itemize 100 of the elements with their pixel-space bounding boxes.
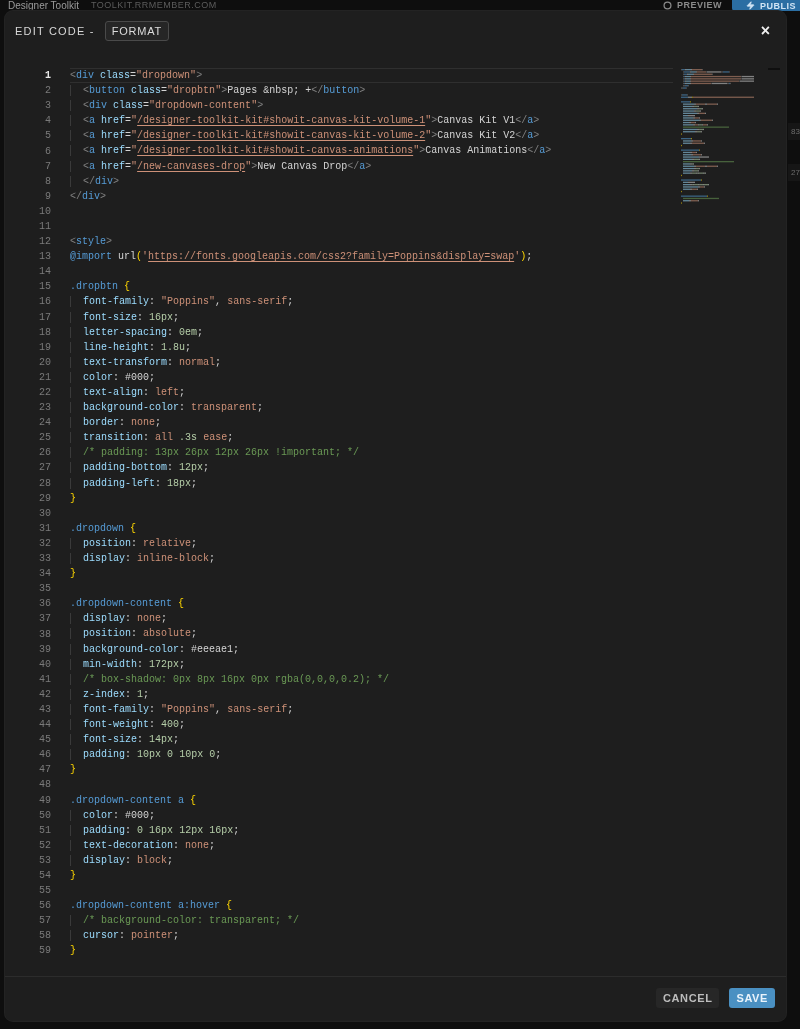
code-line: font-size: 16px;	[70, 309, 673, 325]
code-line: padding: 0 16px 12px 16px;	[70, 822, 673, 838]
code-line: }	[70, 491, 77, 506]
code-line: <a href="/designer-toolkit-kit#showit-canvas-kit-volume-1">Canvas Kit V1</a>	[70, 113, 673, 129]
line-number: 33	[38, 553, 51, 565]
code-line: color: #000;	[70, 807, 673, 823]
code-line: .dropdown {	[70, 521, 138, 536]
code-line: color: #000;	[70, 369, 673, 385]
lightning-icon	[746, 1, 755, 10]
line-number: 29	[38, 492, 51, 504]
code-line: font-family: "Poppins", sans-serif;	[70, 294, 673, 310]
code-line: display: none;	[70, 611, 673, 627]
close-button[interactable]: ×	[758, 23, 772, 39]
code-line: /* padding: 13px 26px 12px 26px !important; */	[70, 445, 673, 461]
line-number: 40	[38, 658, 51, 670]
line-number: 28	[38, 477, 51, 489]
code-line: z-index: 1;	[70, 686, 673, 702]
line-number: 42	[38, 688, 51, 700]
line-number: 13	[38, 251, 51, 263]
code-line: letter-spacing: 0em;	[70, 324, 673, 340]
line-number: 21	[38, 371, 51, 383]
code-line: text-transform: normal;	[70, 354, 673, 370]
code-line: }	[70, 944, 77, 959]
line-number: 5	[44, 130, 51, 142]
line-number: 4	[44, 115, 51, 127]
site-domain: TOOLKIT.RRMEMBER.COM	[90, 0, 217, 11]
code-line: }	[70, 567, 77, 582]
background-value: 83	[788, 123, 800, 140]
dialog-title: EDIT CODE -	[15, 25, 95, 37]
line-number: 36	[38, 598, 51, 610]
code-line: <div class="dropdown-content">	[70, 98, 673, 114]
code-line: .dropdown-content a {	[70, 793, 198, 808]
line-number: 41	[38, 673, 51, 685]
line-number: 17	[38, 311, 51, 323]
line-number: 22	[38, 387, 51, 398]
code-line: transition: all .3s ease;	[70, 430, 673, 446]
line-number: 6	[44, 145, 51, 157]
line-number: 31	[38, 522, 51, 534]
line-number: 57	[38, 915, 51, 927]
line-number: 39	[38, 643, 51, 655]
line-number: 51	[38, 824, 51, 836]
code-line: font-weight: 400;	[70, 717, 673, 733]
line-number: 44	[38, 719, 51, 731]
code-line: font-size: 14px;	[70, 732, 673, 748]
code-line: </div>	[70, 189, 108, 204]
line-number: 16	[38, 296, 51, 308]
code-line: <a href="/new-canvases-drop">New Canvas Drop</a>	[70, 158, 673, 174]
code-line: line-height: 1.8u;	[70, 339, 673, 355]
cancel-button[interactable]: CANCEL	[656, 987, 720, 1008]
line-number: 32	[38, 537, 51, 549]
line-number: 9	[44, 190, 51, 202]
line-number: 11	[38, 221, 51, 232]
line-number: 30	[38, 507, 51, 519]
code-line: .dropdown-content a:hover {	[70, 899, 234, 914]
line-number: 1	[44, 70, 51, 82]
line-number: 46	[38, 749, 51, 761]
line-number: 43	[38, 704, 51, 715]
line-number: 2	[44, 85, 51, 97]
line-number: 58	[38, 930, 51, 942]
format-button[interactable]: FORMAT	[104, 21, 170, 41]
line-number: 47	[38, 764, 51, 776]
line-number: 38	[38, 628, 51, 640]
line-number: 20	[38, 356, 51, 368]
code-line: font-family: "Poppins", sans-serif;	[70, 701, 673, 718]
line-number: 12	[38, 236, 51, 248]
line-number: 37	[38, 613, 51, 625]
background-value: 27	[788, 164, 800, 181]
code-line: <style>	[70, 235, 114, 250]
code-line: </div>	[70, 173, 673, 189]
line-number: 54	[38, 870, 51, 881]
code-line: display: block;	[70, 852, 673, 868]
code-line: background-color: transparent;	[70, 400, 673, 416]
code-line: padding-bottom: 12px;	[70, 460, 673, 476]
line-number: 34	[38, 568, 51, 580]
line-number: 24	[38, 417, 51, 429]
code-line: position: absolute;	[70, 626, 673, 642]
code-line: cursor: pointer;	[70, 928, 673, 944]
line-number: 55	[38, 885, 51, 897]
line-number: 10	[38, 205, 51, 217]
line-number: 14	[38, 266, 51, 278]
line-number: 59	[38, 945, 51, 957]
code-line: /* background-color: transparent; */	[70, 913, 673, 929]
line-number: 56	[38, 900, 51, 912]
line-number: 53	[38, 854, 51, 866]
code-line: border: none;	[70, 415, 673, 431]
code-line: min-width: 172px;	[70, 656, 673, 672]
code-line: /* box-shadow: 0px 8px 16px 0px rgba(0,0,0,0.2); */	[70, 671, 673, 687]
publish-button[interactable]: PUBLIS	[732, 0, 800, 11]
line-number: 3	[44, 100, 51, 112]
code-line: padding-left: 18px;	[70, 475, 673, 491]
line-number: 25	[38, 432, 51, 444]
line-number: 48	[38, 779, 51, 791]
code-line: .dropdown-content {	[70, 597, 186, 612]
line-number: 52	[38, 839, 51, 851]
line-number: 35	[38, 583, 51, 595]
code-line: @import url('https://fonts.googleapis.com/css2?family=Poppins&display=swap');	[70, 250, 534, 265]
code-line: text-align: left;	[70, 384, 673, 401]
preview-button[interactable]: PREVIEW	[662, 0, 722, 11]
line-number: 18	[38, 326, 51, 338]
line-number: 23	[38, 402, 51, 414]
